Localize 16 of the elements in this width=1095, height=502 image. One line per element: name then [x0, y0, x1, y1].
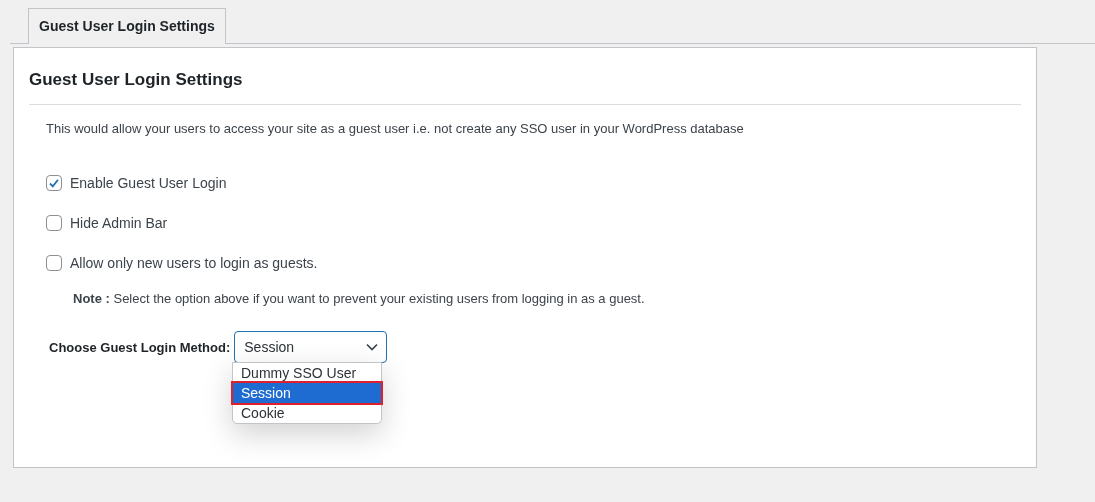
chevron-down-icon: [366, 343, 379, 352]
checkbox-label: Allow only new users to login as guests.: [70, 253, 318, 273]
dropdown-option[interactable]: Cookie: [233, 403, 381, 424]
panel-title: Guest User Login Settings: [29, 70, 244, 91]
dropdown-option[interactable]: Session: [233, 383, 381, 404]
checkbox-label: Enable Guest User Login: [70, 173, 227, 193]
checkbox[interactable]: [46, 255, 62, 272]
note-text: Note : Select the option above if you want to prevent your existing users from logging in as a guest.: [72, 289, 646, 308]
checkbox[interactable]: [46, 175, 62, 192]
checkbox[interactable]: [46, 215, 62, 232]
dropdown-option[interactable]: Dummy SSO User: [233, 363, 381, 384]
description-text: This would allow your users to access your site as a guest user i.e. not create any SSO user in your WordPress database: [45, 120, 745, 139]
select-label: Choose Guest Login Method:: [49, 338, 231, 357]
login-method-select[interactable]: Session: [234, 331, 388, 364]
settings-tab[interactable]: Guest User Login Settings: [28, 8, 226, 44]
checkbox-label: Hide Admin Bar: [70, 213, 168, 233]
